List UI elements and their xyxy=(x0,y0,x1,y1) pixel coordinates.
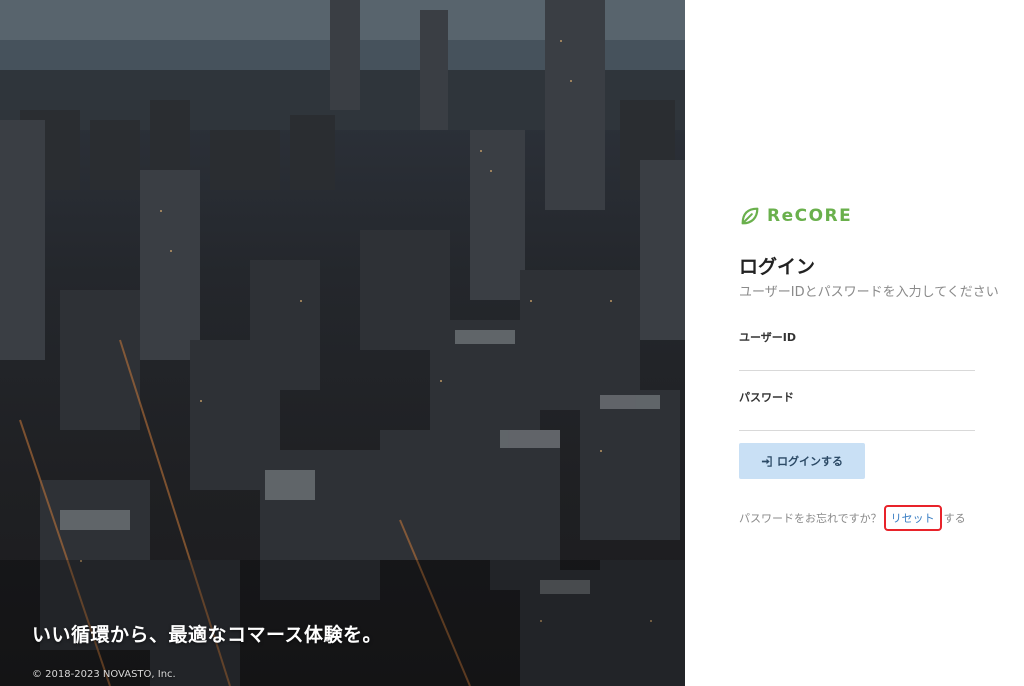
brand-name: ReCORE xyxy=(767,206,853,226)
login-button[interactable]: ログインする xyxy=(739,443,865,479)
forgot-suffix-text: する xyxy=(943,512,966,525)
brand-logo: ReCORE xyxy=(739,205,852,227)
password-input[interactable] xyxy=(739,406,975,431)
page-subtitle: ユーザーIDとパスワードを入力してください xyxy=(739,285,999,300)
page-title: ログイン xyxy=(739,256,816,278)
copyright-text: © 2018-2023 NOVASTO, Inc. xyxy=(32,669,176,680)
user-id-input[interactable] xyxy=(739,346,975,371)
hero-tagline: いい循環から、最適なコマース体験を。 xyxy=(32,624,383,646)
hero-city-image: いい循環から、最適なコマース体験を。 © 2018-2023 NOVASTO, … xyxy=(0,0,685,686)
leaf-icon xyxy=(741,207,759,225)
forgot-prefix-text: パスワードをお忘れですか？ xyxy=(739,512,882,525)
login-button-label: ログインする xyxy=(777,455,843,468)
sign-in-icon xyxy=(761,455,772,467)
city-skyline-image xyxy=(0,0,685,686)
login-page: いい循環から、最適なコマース体験を。 © 2018-2023 NOVASTO, … xyxy=(0,0,1024,686)
forgot-password-row: パスワードをお忘れですか？ リセット する xyxy=(739,505,966,531)
reset-password-link[interactable]: リセット xyxy=(883,505,942,531)
password-label: パスワード xyxy=(739,391,794,404)
login-panel xyxy=(685,0,1024,686)
user-id-label: ユーザーID xyxy=(739,331,797,344)
